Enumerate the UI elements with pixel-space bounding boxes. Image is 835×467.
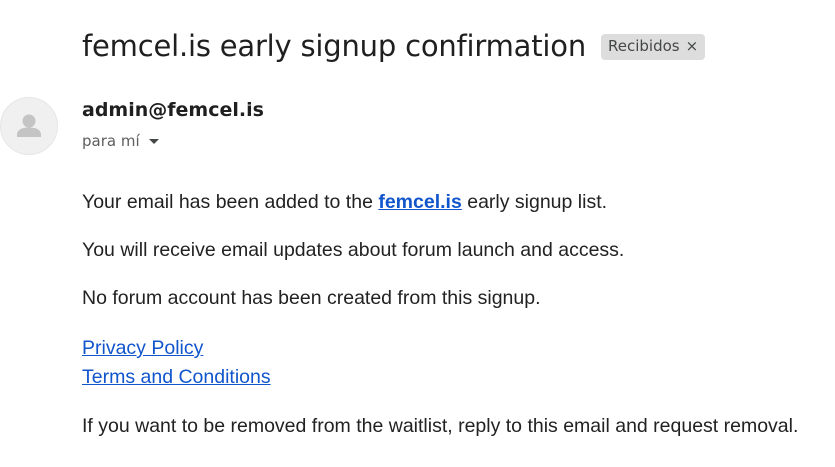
recipient-details-toggle[interactable]: para mí bbox=[82, 132, 159, 150]
label-chip-text: Recibidos bbox=[608, 37, 680, 55]
sender-email[interactable]: admin@femcel.is bbox=[82, 99, 264, 121]
recipient-label: para mí bbox=[82, 132, 140, 150]
chevron-down-icon[interactable] bbox=[148, 138, 159, 144]
label-chip-inbox[interactable]: Recibidos × bbox=[601, 34, 706, 60]
privacy-policy-link[interactable]: Privacy Policy bbox=[82, 337, 203, 360]
body-paragraph-1-start: Your email has been added to the bbox=[82, 191, 379, 213]
terms-and-conditions-link[interactable]: Terms and Conditions bbox=[82, 366, 271, 389]
body-paragraph-2: You will receive email updates about for… bbox=[82, 239, 625, 261]
person-icon bbox=[17, 114, 41, 137]
sender-avatar[interactable] bbox=[0, 97, 58, 155]
body-paragraph-4: If you want to be removed from the waitl… bbox=[82, 415, 799, 437]
femcel-link[interactable]: femcel.is bbox=[378, 191, 461, 213]
body-paragraph-3: No forum account has been created from t… bbox=[82, 287, 541, 309]
subject-row: femcel.is early signup confirmation Reci… bbox=[82, 24, 706, 68]
body-paragraph-1: Your email has been added to the femcel.… bbox=[82, 191, 607, 214]
email-subject: femcel.is early signup confirmation bbox=[82, 29, 586, 63]
remove-label-icon[interactable]: × bbox=[686, 37, 699, 56]
body-paragraph-1-end: early signup list. bbox=[461, 191, 608, 213]
